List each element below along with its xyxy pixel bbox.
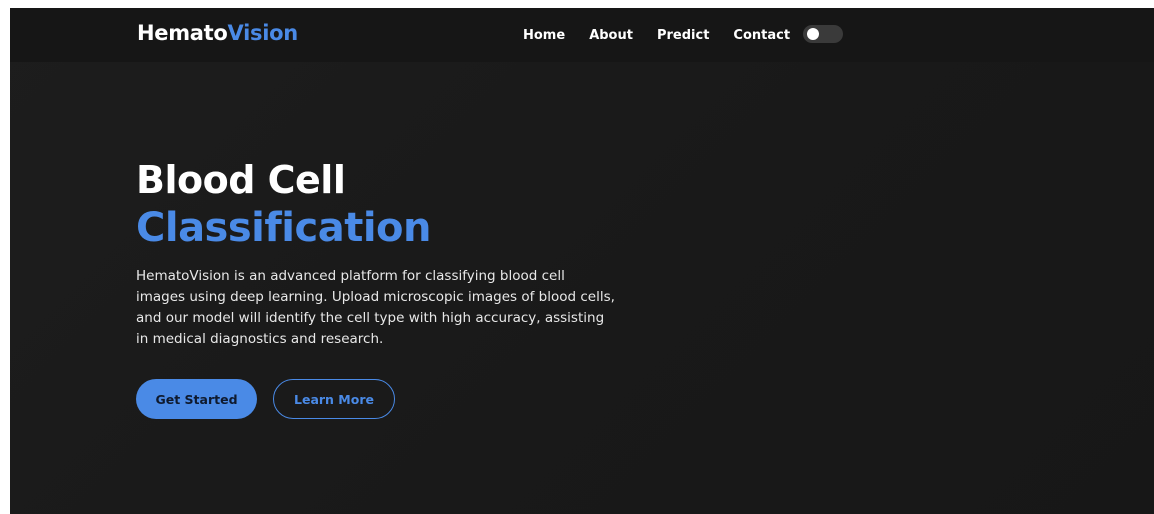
hero-buttons: Get Started Learn More — [136, 379, 395, 419]
hero-title-line1: Blood Cell — [136, 158, 346, 202]
nav-link-contact[interactable]: Contact — [733, 28, 790, 43]
nav-links: Home About Predict Contact — [523, 25, 814, 45]
hero-title-line2: Classification — [136, 205, 432, 251]
get-started-button[interactable]: Get Started — [136, 379, 257, 419]
toggle-knob — [807, 28, 819, 40]
brand-name-part2: Vision — [227, 21, 299, 45]
hero-description: HematoVision is an advanced platform for… — [136, 268, 615, 347]
theme-toggle[interactable] — [803, 25, 843, 43]
learn-more-button[interactable]: Learn More — [273, 379, 395, 419]
navbar: HematoVision Home About Predict Contact — [10, 8, 1154, 62]
brand-logo[interactable]: HematoVision — [137, 20, 298, 46]
brand-name-part1: Hemato — [137, 21, 228, 45]
hero-title: Blood Cell Classification — [136, 156, 656, 252]
nav-link-home[interactable]: Home — [523, 28, 565, 43]
page-frame: HematoVision Home About Predict Contact … — [10, 8, 1154, 514]
hero-section: Blood Cell Classification HematoVision i… — [136, 156, 656, 419]
nav-link-about[interactable]: About — [589, 28, 633, 43]
nav-link-predict[interactable]: Predict — [657, 28, 709, 43]
